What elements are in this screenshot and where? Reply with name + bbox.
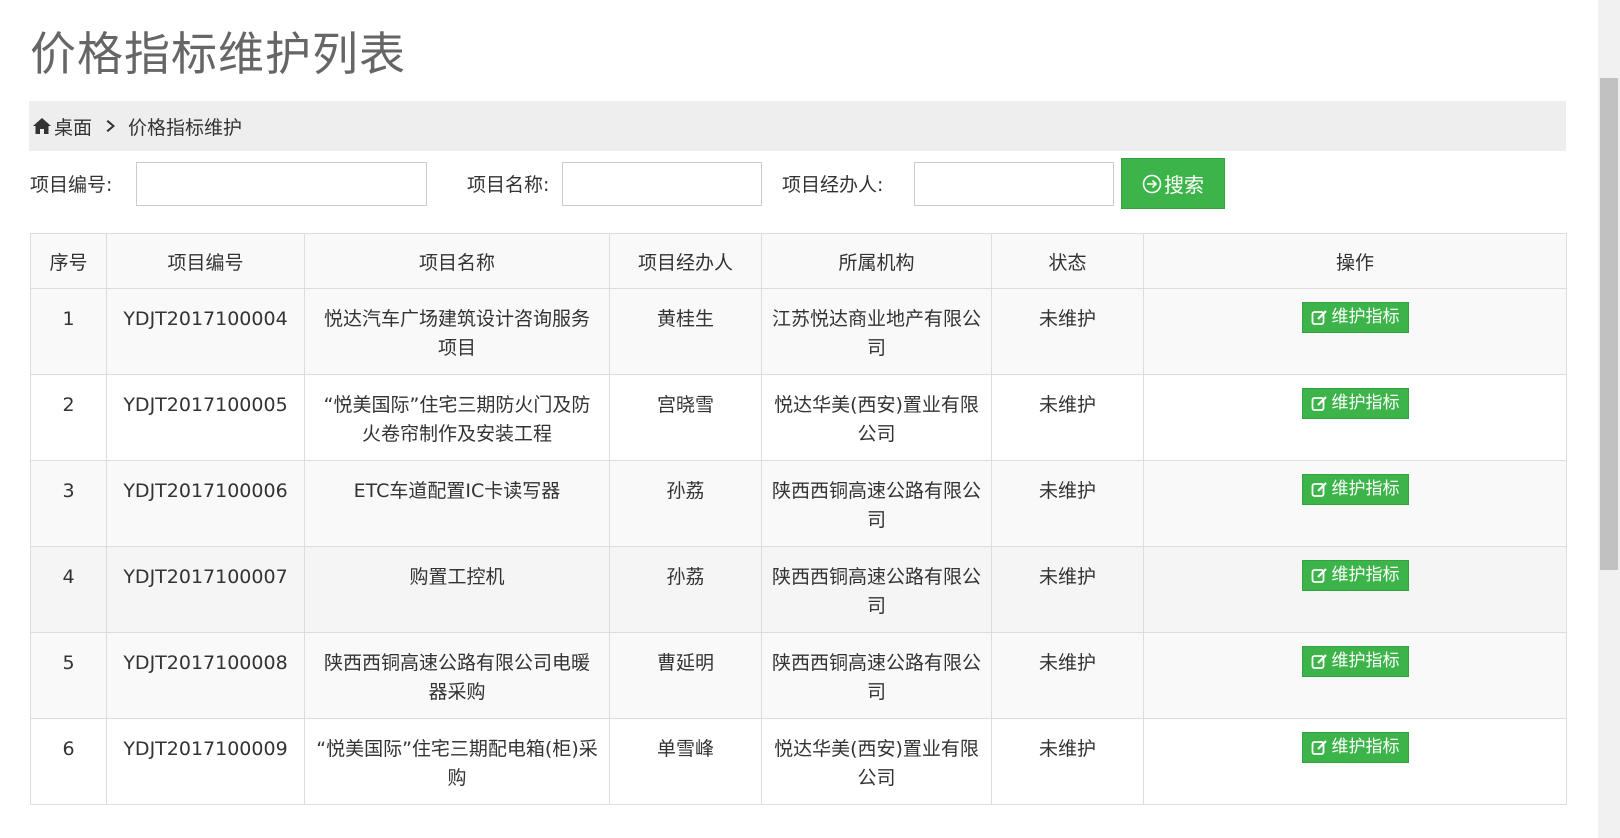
maintain-button-label: 维护指标 xyxy=(1331,651,1400,671)
cell-index: 6 xyxy=(30,718,107,805)
maintain-button-label: 维护指标 xyxy=(1331,565,1400,585)
table-row: 1 YDJT2017100004 悦达汽车广场建筑设计咨询服务项目 黄桂生 江苏… xyxy=(30,288,1567,375)
cell-name: “悦美国际”住宅三期防火门及防火卷帘制作及安装工程 xyxy=(304,374,610,461)
header-org: 所属机构 xyxy=(761,233,992,289)
scrollbar-thumb[interactable] xyxy=(1600,78,1618,570)
search-button[interactable]: 搜索 xyxy=(1121,158,1225,209)
table-row: 3 YDJT2017100006 ETC车道配置IC卡读写器 孙荔 陕西西铜高速… xyxy=(30,460,1567,547)
header-manager: 项目经办人 xyxy=(609,233,762,289)
cell-status: 未维护 xyxy=(991,546,1144,633)
cell-action: 维护指标 xyxy=(1143,718,1567,805)
cell-org: 陕西西铜高速公路有限公司 xyxy=(761,632,992,719)
table-header-row: 序号 项目编号 项目名称 项目经办人 所属机构 状态 操作 xyxy=(30,233,1567,289)
cell-action: 维护指标 xyxy=(1143,546,1567,633)
maintain-button-label: 维护指标 xyxy=(1331,307,1400,327)
edit-icon xyxy=(1311,653,1328,670)
maintain-index-button[interactable]: 维护指标 xyxy=(1301,560,1409,591)
table-row: 2 YDJT2017100005 “悦美国际”住宅三期防火门及防火卷帘制作及安装… xyxy=(30,374,1567,461)
maintain-index-button[interactable]: 维护指标 xyxy=(1301,388,1409,419)
home-icon[interactable] xyxy=(32,116,52,136)
breadcrumb-current: 价格指标维护 xyxy=(128,116,243,139)
cell-status: 未维护 xyxy=(991,374,1144,461)
edit-icon xyxy=(1311,395,1328,412)
header-code: 项目编号 xyxy=(106,233,305,289)
cell-action: 维护指标 xyxy=(1143,460,1567,547)
project-manager-input[interactable] xyxy=(914,162,1114,206)
cell-status: 未维护 xyxy=(991,288,1144,375)
page-title: 价格指标维护列表 xyxy=(30,27,406,81)
maintain-button-label: 维护指标 xyxy=(1331,393,1400,413)
header-name: 项目名称 xyxy=(304,233,610,289)
cell-org: 悦达华美(西安)置业有限公司 xyxy=(761,718,992,805)
cell-manager: 单雪峰 xyxy=(609,718,762,805)
cell-index: 5 xyxy=(30,632,107,719)
edit-icon xyxy=(1311,567,1328,584)
cell-org: 悦达华美(西安)置业有限公司 xyxy=(761,374,992,461)
cell-code: YDJT2017100009 xyxy=(106,718,305,805)
maintain-index-button[interactable]: 维护指标 xyxy=(1301,646,1409,677)
cell-code: YDJT2017100008 xyxy=(106,632,305,719)
cell-status: 未维护 xyxy=(991,460,1144,547)
cell-status: 未维护 xyxy=(991,718,1144,805)
chevron-right-icon xyxy=(104,118,120,134)
header-action: 操作 xyxy=(1143,233,1567,289)
cell-status: 未维护 xyxy=(991,632,1144,719)
search-bar: 项目编号: 项目名称: 项目经办人: 搜索 xyxy=(30,158,1290,210)
cell-manager: 曹延明 xyxy=(609,632,762,719)
edit-icon xyxy=(1311,739,1328,756)
cell-name: “悦美国际”住宅三期配电箱(柜)采购 xyxy=(304,718,610,805)
cell-name: 购置工控机 xyxy=(304,546,610,633)
vertical-scrollbar[interactable] xyxy=(1598,0,1620,838)
maintain-button-label: 维护指标 xyxy=(1331,737,1400,757)
project-code-input[interactable] xyxy=(136,162,427,206)
cell-index: 4 xyxy=(30,546,107,633)
cell-org: 陕西西铜高速公路有限公司 xyxy=(761,546,992,633)
cell-index: 1 xyxy=(30,288,107,375)
header-status: 状态 xyxy=(991,233,1144,289)
table-row: 6 YDJT2017100009 “悦美国际”住宅三期配电箱(柜)采购 单雪峰 … xyxy=(30,718,1567,805)
cell-manager: 孙荔 xyxy=(609,546,762,633)
header-index: 序号 xyxy=(30,233,107,289)
cell-manager: 孙荔 xyxy=(609,460,762,547)
cell-org: 陕西西铜高速公路有限公司 xyxy=(761,460,992,547)
maintain-index-button[interactable]: 维护指标 xyxy=(1301,732,1409,763)
cell-org: 江苏悦达商业地产有限公司 xyxy=(761,288,992,375)
cell-name: 陕西西铜高速公路有限公司电暖器采购 xyxy=(304,632,610,719)
cell-code: YDJT2017100006 xyxy=(106,460,305,547)
cell-action: 维护指标 xyxy=(1143,374,1567,461)
cell-index: 2 xyxy=(30,374,107,461)
cell-code: YDJT2017100004 xyxy=(106,288,305,375)
breadcrumb-home[interactable]: 桌面 xyxy=(54,113,92,140)
cell-code: YDJT2017100005 xyxy=(106,374,305,461)
edit-icon xyxy=(1311,481,1328,498)
cell-action: 维护指标 xyxy=(1143,288,1567,375)
project-name-label: 项目名称: xyxy=(467,174,550,196)
maintain-button-label: 维护指标 xyxy=(1331,479,1400,499)
cell-index: 3 xyxy=(30,460,107,547)
maintain-index-button[interactable]: 维护指标 xyxy=(1301,302,1409,333)
table-row: 4 YDJT2017100007 购置工控机 孙荔 陕西西铜高速公路有限公司 未… xyxy=(30,546,1567,633)
breadcrumb: 桌面 价格指标维护 xyxy=(29,101,1566,151)
cell-action: 维护指标 xyxy=(1143,632,1567,719)
cell-name: 悦达汽车广场建筑设计咨询服务项目 xyxy=(304,288,610,375)
project-table: 序号 项目编号 项目名称 项目经办人 所属机构 状态 操作 1 YDJT2017… xyxy=(30,233,1567,805)
project-name-input[interactable] xyxy=(562,162,762,206)
cell-code: YDJT2017100007 xyxy=(106,546,305,633)
cell-name: ETC车道配置IC卡读写器 xyxy=(304,460,610,547)
cell-manager: 宫晓雪 xyxy=(609,374,762,461)
table-row: 5 YDJT2017100008 陕西西铜高速公路有限公司电暖器采购 曹延明 陕… xyxy=(30,632,1567,719)
edit-icon xyxy=(1311,309,1328,326)
maintain-index-button[interactable]: 维护指标 xyxy=(1301,474,1409,505)
project-manager-label: 项目经办人: xyxy=(782,174,884,196)
project-code-label: 项目编号: xyxy=(30,174,113,196)
search-button-label: 搜索 xyxy=(1164,173,1204,197)
cell-manager: 黄桂生 xyxy=(609,288,762,375)
circle-arrow-icon xyxy=(1142,174,1162,194)
